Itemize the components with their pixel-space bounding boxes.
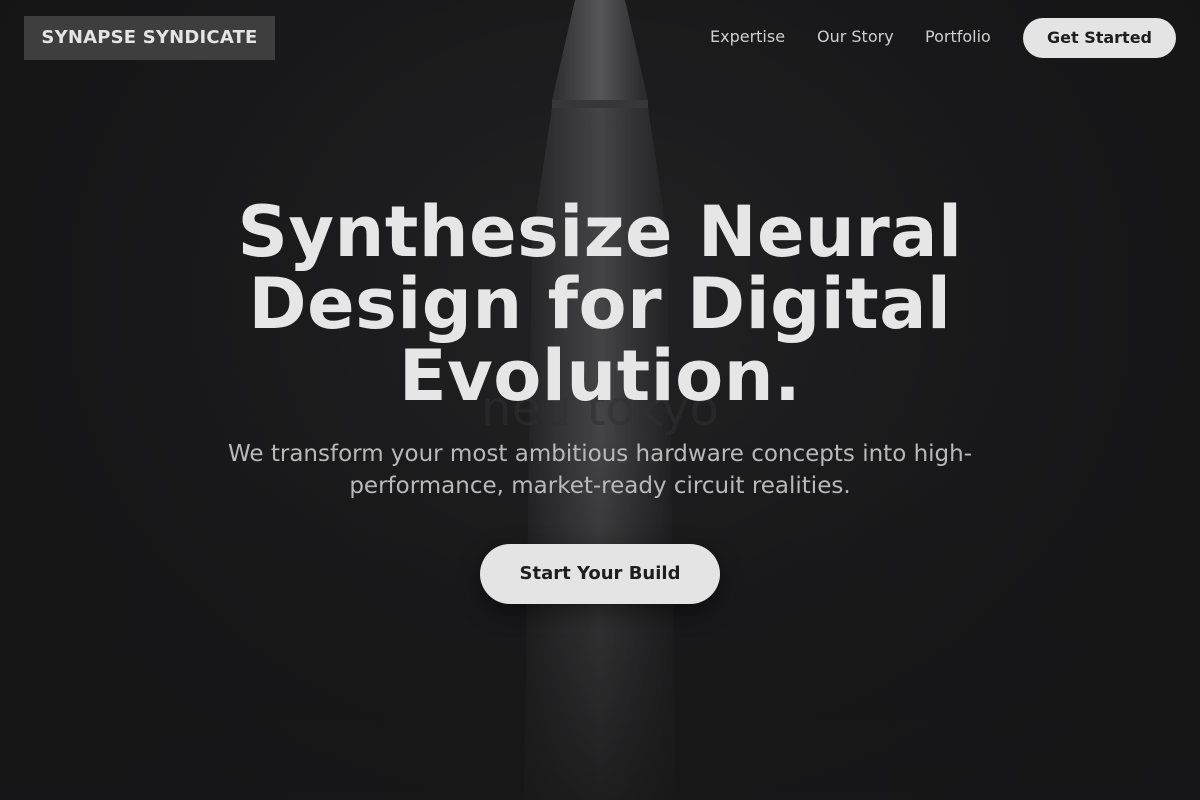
- hero-subtitle: We transform your most ambitious hardwar…: [227, 441, 973, 499]
- nav-link-expertise[interactable]: Expertise: [710, 26, 785, 48]
- brand-logo[interactable]: SYNAPSE SYNDICATE: [24, 16, 275, 60]
- hero-section: Synthesize Neural Design for Digital Evo…: [0, 196, 1200, 604]
- start-your-build-button[interactable]: Start Your Build: [480, 544, 720, 604]
- nav-link-portfolio[interactable]: Portfolio: [925, 26, 991, 48]
- hero-title: Synthesize Neural Design for Digital Evo…: [237, 191, 963, 417]
- page: neu tokyo SYNAPSE SYNDICATE Expertise Ou…: [0, 0, 1200, 800]
- nav-link-our-story[interactable]: Our Story: [817, 26, 894, 48]
- get-started-button[interactable]: Get Started: [1023, 18, 1176, 58]
- top-navigation: SYNAPSE SYNDICATE Expertise Our Story Po…: [0, 0, 1200, 76]
